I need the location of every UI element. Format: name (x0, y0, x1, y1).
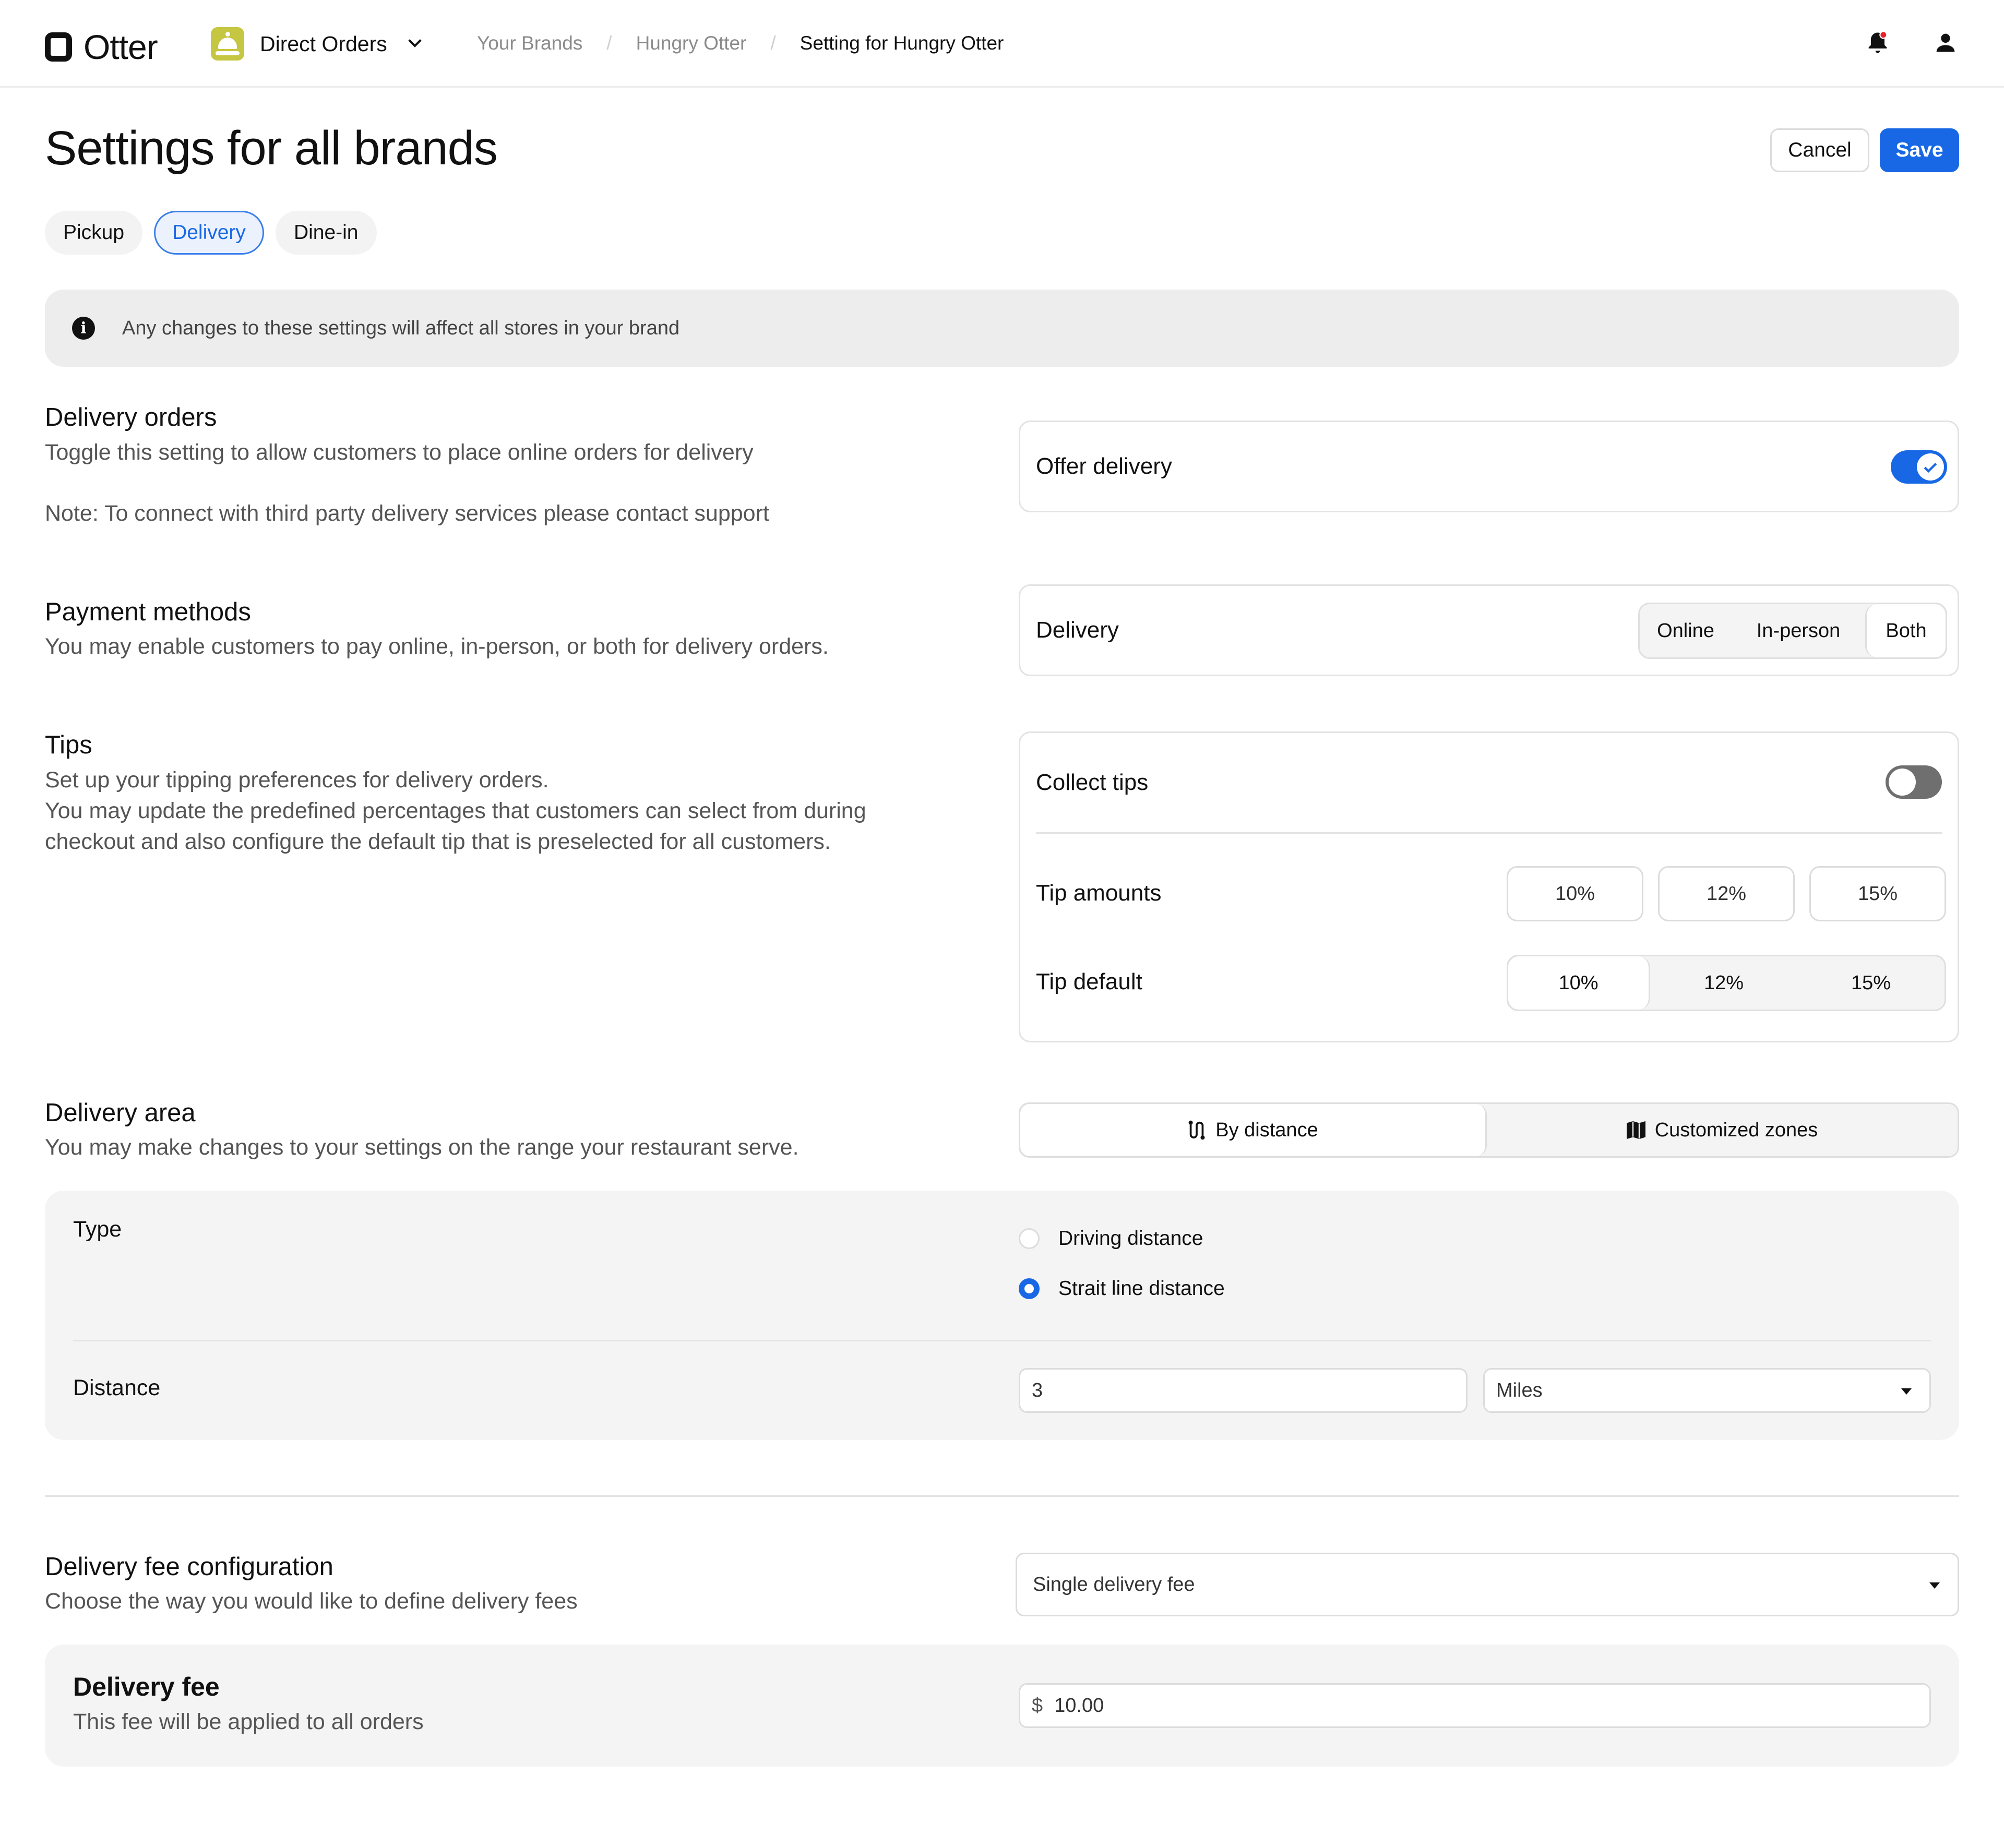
tab-delivery[interactable]: Delivery (154, 211, 264, 255)
tips-description-3: checkout and also configure the default … (45, 829, 831, 854)
top-nav-bar: Otter Direct Orders Your Brands / Hungry… (0, 0, 2004, 88)
delivery-fee-title: Delivery fee (73, 1672, 220, 1701)
info-icon: i (72, 317, 95, 340)
payment-option-both[interactable]: Both (1865, 604, 1946, 657)
breadcrumb-hungry-otter[interactable]: Hungry Otter (636, 32, 747, 54)
tab-pickup[interactable]: Pickup (45, 211, 143, 255)
tab-customized-zones[interactable]: Customized zones (1487, 1104, 1958, 1156)
radio-straight-line-label: Strait line distance (1058, 1277, 1225, 1300)
delivery-fee-type-value: Single delivery fee (1033, 1573, 1195, 1595)
tip-amount-input-2[interactable]: 12% (1658, 866, 1795, 921)
app-switcher-dropdown[interactable]: Direct Orders (211, 27, 422, 61)
tip-default-selector: 10% 12% 15% (1507, 955, 1946, 1011)
breadcrumb-separator: / (770, 32, 776, 54)
user-icon (1936, 33, 1955, 52)
radio-driving-distance[interactable]: Driving distance (1019, 1227, 1203, 1250)
map-icon (1626, 1121, 1645, 1139)
bell-icon (1868, 31, 1888, 53)
save-button[interactable]: Save (1880, 128, 1959, 172)
delivery-fee-value: 10.00 (1054, 1694, 1104, 1717)
chevron-down-icon (408, 34, 422, 47)
distance-value: 3 (1032, 1379, 1043, 1401)
payment-delivery-label: Delivery (1036, 617, 1119, 643)
breadcrumb-your-brands[interactable]: Your Brands (477, 32, 582, 54)
delivery-area-panel: Type Driving distance Strait line distan… (45, 1191, 1959, 1440)
tips-description-1: Set up your tipping preferences for deli… (45, 767, 549, 793)
tab-by-distance[interactable]: By distance (1020, 1104, 1487, 1156)
check-icon (1924, 462, 1937, 473)
delivery-fee-config-title: Delivery fee configuration (45, 1553, 333, 1581)
delivery-fee-input[interactable]: $ 10.00 (1019, 1683, 1931, 1728)
delivery-area-mode-tabs: By distance Customized zones (1019, 1102, 1959, 1158)
tab-customized-zones-label: Customized zones (1654, 1119, 1818, 1141)
breadcrumb-separator: / (606, 32, 612, 54)
radio-button-checked (1019, 1278, 1040, 1299)
breadcrumb: Your Brands / Hungry Otter / Setting for… (477, 32, 1004, 54)
type-label: Type (73, 1217, 122, 1242)
delivery-fee-panel: Delivery fee This fee will be applied to… (45, 1645, 1959, 1767)
tip-amount-input-1[interactable]: 10% (1507, 866, 1643, 921)
distance-input[interactable]: 3 (1019, 1368, 1468, 1413)
delivery-orders-title: Delivery orders (45, 403, 217, 431)
account-button[interactable] (1932, 29, 1959, 56)
otter-logo[interactable]: Otter (45, 27, 158, 67)
notification-badge (1879, 31, 1888, 39)
delivery-area-divider (73, 1340, 1931, 1341)
offer-delivery-toggle[interactable] (1891, 450, 1947, 484)
tips-card: Collect tips Tip amounts 10% 12% 15% Tip… (1019, 731, 1959, 1042)
app-name: Direct Orders (260, 31, 387, 56)
payment-methods-title: Payment methods (45, 598, 251, 626)
delivery-orders-description: Toggle this setting to allow customers t… (45, 440, 754, 465)
distance-unit-select[interactable]: Miles (1483, 1368, 1931, 1413)
info-banner: i Any changes to these settings will aff… (45, 290, 1959, 367)
collect-tips-toggle[interactable] (1886, 765, 1942, 799)
delivery-area-description: You may make changes to your settings on… (45, 1135, 799, 1160)
service-bell-icon (211, 27, 244, 61)
tip-default-option-1[interactable]: 10% (1508, 956, 1650, 1010)
caret-down-icon (1929, 1582, 1940, 1589)
payment-method-selector: Online In-person Both (1638, 603, 1947, 659)
banner-text: Any changes to these settings will affec… (122, 317, 680, 339)
tab-by-distance-label: By distance (1215, 1119, 1318, 1141)
section-divider (45, 1495, 1959, 1497)
distance-unit-value: Miles (1496, 1379, 1543, 1401)
tips-title: Tips (45, 731, 92, 759)
radio-straight-line-distance[interactable]: Strait line distance (1019, 1277, 1225, 1300)
tips-divider (1036, 832, 1942, 834)
delivery-fee-config-description: Choose the way you would like to define … (45, 1589, 578, 1614)
payment-methods-description: You may enable customers to pay online, … (45, 634, 829, 659)
delivery-area-title: Delivery area (45, 1099, 196, 1127)
delivery-fee-description: This fee will be applied to all orders (73, 1709, 424, 1734)
caret-down-icon (1901, 1388, 1912, 1395)
route-icon (1188, 1120, 1205, 1140)
distance-label: Distance (73, 1375, 161, 1400)
radio-button (1019, 1228, 1040, 1249)
tab-dine-in[interactable]: Dine-in (275, 211, 377, 255)
logo-text: Otter (84, 28, 158, 66)
order-type-tabs: Pickup Delivery Dine-in (45, 211, 377, 255)
tip-default-label: Tip default (1036, 969, 1142, 994)
page-title: Settings for all brands (45, 122, 498, 175)
tip-amounts-label: Tip amounts (1036, 880, 1162, 906)
delivery-fee-type-select[interactable]: Single delivery fee (1016, 1553, 1959, 1616)
radio-driving-distance-label: Driving distance (1058, 1227, 1203, 1250)
delivery-orders-note: Note: To connect with third party delive… (45, 501, 769, 526)
notifications-button[interactable] (1864, 29, 1891, 56)
tip-default-option-3[interactable]: 15% (1797, 956, 1945, 1010)
cancel-button[interactable]: Cancel (1770, 128, 1869, 172)
tips-description-2: You may update the predefined percentage… (45, 798, 866, 823)
currency-prefix: $ (1032, 1694, 1043, 1717)
payment-option-in-person[interactable]: In-person (1732, 604, 1865, 657)
tip-default-option-2[interactable]: 12% (1650, 956, 1797, 1010)
offer-delivery-label: Offer delivery (1036, 453, 1172, 479)
payment-methods-card: Delivery Online In-person Both (1019, 584, 1959, 676)
offer-delivery-card: Offer delivery (1019, 421, 1959, 512)
tip-amount-input-3[interactable]: 15% (1809, 866, 1946, 921)
collect-tips-label: Collect tips (1036, 770, 1149, 795)
breadcrumb-current: Setting for Hungry Otter (800, 32, 1004, 54)
otter-logo-icon (45, 32, 72, 62)
payment-option-online[interactable]: Online (1640, 604, 1732, 657)
